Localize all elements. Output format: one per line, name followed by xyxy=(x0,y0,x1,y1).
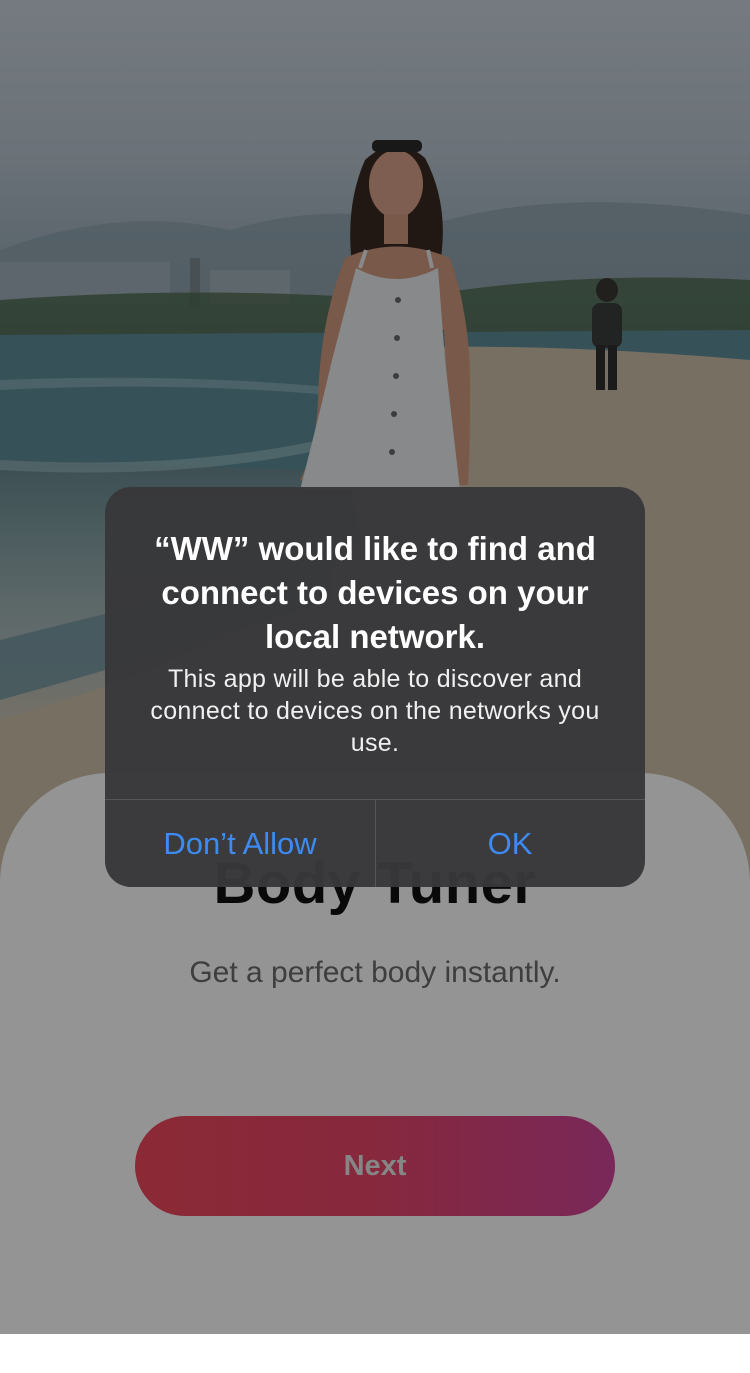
alert-message: This app will be able to discover and co… xyxy=(150,665,600,757)
dont-allow-button[interactable]: Don’t Allow xyxy=(105,800,375,887)
ok-button[interactable]: OK xyxy=(375,800,645,887)
app-subtitle: Get a perfect body instantly. xyxy=(189,956,561,989)
next-button[interactable]: Next xyxy=(135,1116,615,1216)
permission-alert: “WW” would like to find and connect to d… xyxy=(105,487,645,887)
alert-title: “WW” would like to find and connect to d… xyxy=(154,530,596,655)
